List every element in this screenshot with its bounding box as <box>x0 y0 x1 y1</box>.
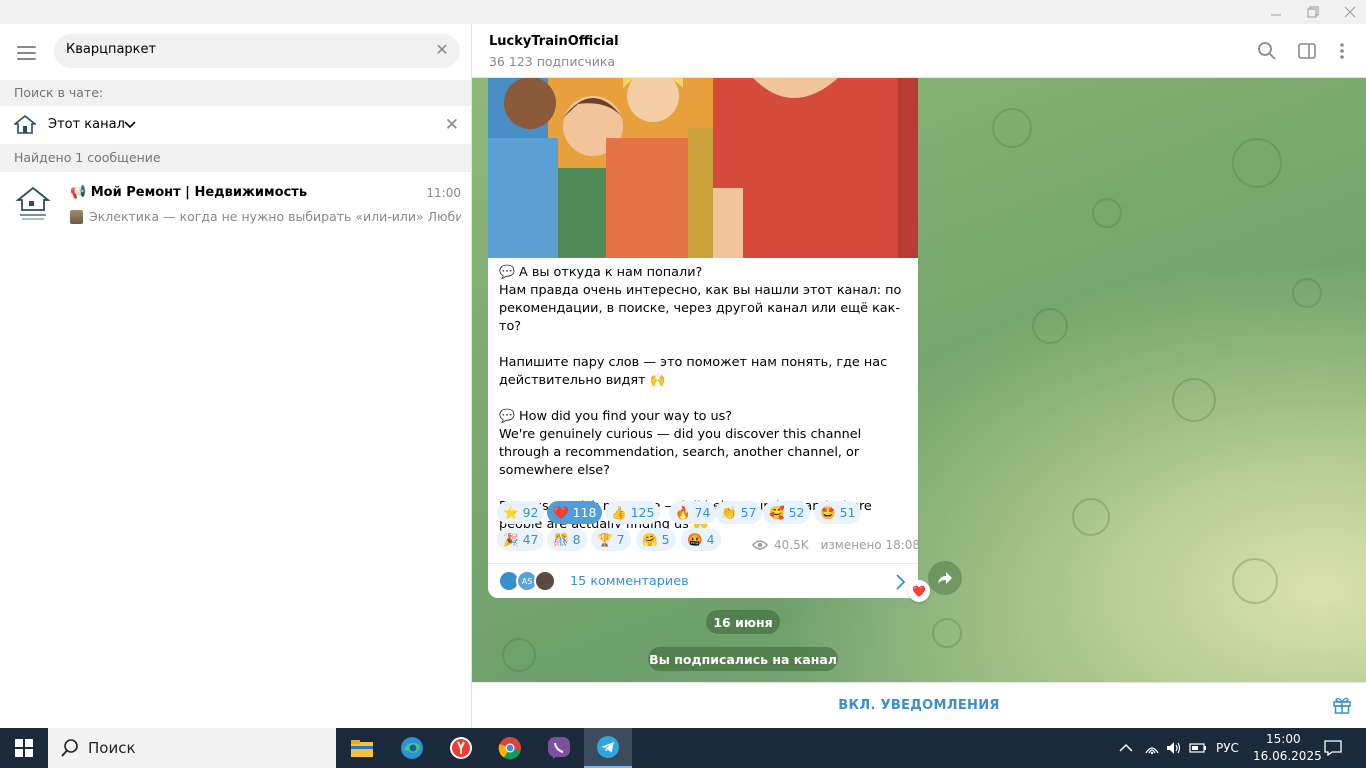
language-indicator[interactable]: РУС <box>1216 741 1239 755</box>
windows-taskbar: Поиск РУС 15:00 16.06.2025 <box>0 728 1366 768</box>
edited-time: изменено 18:08 <box>820 538 918 552</box>
chevron-right-icon <box>896 574 906 590</box>
result-title: 📢 Мой Ремонт | Недвижимость <box>70 185 308 200</box>
reaction-fire[interactable]: 🔥 74 <box>669 501 717 524</box>
chrome-browser-icon <box>498 737 521 760</box>
viber-icon <box>548 737 570 759</box>
comments-label: 15 комментариев <box>570 574 689 589</box>
close-filter-icon[interactable]: ✕ <box>445 115 459 135</box>
channel-logo-icon <box>14 114 36 134</box>
search-value: Кварцпаркет <box>66 42 157 57</box>
reaction-clap[interactable]: 👏 57 <box>715 501 763 524</box>
doodle <box>992 108 1032 148</box>
yandex-browser-app[interactable] <box>437 728 485 768</box>
reaction-heart[interactable]: ❤️ 118 <box>547 501 603 524</box>
share-button[interactable] <box>928 561 962 595</box>
search-icon <box>61 739 78 757</box>
reaction-confetti[interactable]: 🎊 8 <box>547 528 587 551</box>
file-explorer-app[interactable] <box>338 728 386 768</box>
chat-filter-label: Этот канал <box>48 117 125 132</box>
post-paragraph: 💬 А вы откуда к нам попали? Нам правда о… <box>499 265 902 334</box>
channel-megaphone-icon: 📢 <box>70 185 87 200</box>
post-meta: 40.5K изменено 18:08 <box>752 538 918 552</box>
post-paragraph: 💬 How did you find your way to us? We're… <box>499 409 862 478</box>
heart-reaction-icon[interactable]: ❤️ <box>908 580 930 602</box>
start-button[interactable] <box>0 728 48 768</box>
search-in-chat-label: Поиск в чате: <box>0 80 471 106</box>
service-message: Вы подписались на канал <box>648 647 838 671</box>
edge-app[interactable] <box>388 728 436 768</box>
reaction-thumbs-up[interactable]: 👍 125 <box>605 501 661 524</box>
chevron-down-icon <box>124 121 136 129</box>
yandex-browser-icon <box>450 737 472 759</box>
minimize-icon <box>1271 14 1281 16</box>
search-icon[interactable] <box>1257 41 1277 61</box>
date-separator: 16 июня <box>706 610 780 634</box>
clock-date[interactable]: 16.06.2025 <box>1253 749 1322 763</box>
taskbar-search[interactable]: Поиск <box>48 728 336 768</box>
notifications-icon[interactable] <box>1324 740 1342 756</box>
close-icon <box>1344 6 1356 18</box>
clear-search-icon[interactable]: ✕ <box>434 42 450 58</box>
left-panel: Кварцпаркет ✕ Поиск в чате: Этот канал ✕… <box>0 24 472 728</box>
result-preview: Эклектика — когда не нужно выбирать «или… <box>89 209 461 224</box>
views-count: 40.5K <box>774 538 809 552</box>
telegram-app[interactable] <box>584 728 632 768</box>
reaction-hearts-face[interactable]: 🥰 52 <box>763 501 811 524</box>
chrome-app[interactable] <box>486 728 534 768</box>
minimize-button[interactable] <box>1256 0 1296 24</box>
close-window-button[interactable] <box>1330 0 1366 24</box>
network-icon[interactable] <box>1144 741 1160 755</box>
clock-time[interactable]: 15:00 <box>1266 732 1301 746</box>
post-text: 💬 А вы откуда к нам попали? Нам правда о… <box>499 264 911 534</box>
views-eye-icon <box>752 540 768 550</box>
commenter-avatar <box>534 570 556 592</box>
subscriber-count: 36 123 подписчика <box>489 54 616 69</box>
enable-notifications-button[interactable]: ВКЛ. УВЕДОМЛЕНИЯ <box>472 698 1366 713</box>
chat-header[interactable]: LuckyTrainOfficial 36 123 подписчика <box>472 24 1366 78</box>
main-menu-button[interactable] <box>14 42 40 62</box>
reaction-star[interactable]: ⭐ 92 <box>497 501 545 524</box>
volume-icon[interactable] <box>1166 741 1182 755</box>
hamburger-icon <box>17 46 36 48</box>
gift-icon[interactable] <box>1332 695 1352 715</box>
viber-app[interactable] <box>535 728 583 768</box>
search-result-item[interactable]: 📢 Мой Ремонт | Недвижимость 11:00 Эклект… <box>0 176 471 234</box>
battery-icon[interactable] <box>1189 741 1207 755</box>
result-avatar <box>14 184 52 222</box>
windows-logo-icon <box>15 739 33 757</box>
reaction-party[interactable]: 🎉 47 <box>497 528 545 551</box>
chat-filter[interactable]: Этот канал ✕ <box>0 106 471 144</box>
reaction-trophy[interactable]: 🏆 7 <box>591 528 631 551</box>
search-input[interactable]: Кварцпаркет ✕ <box>54 34 460 68</box>
post-image[interactable] <box>488 78 918 258</box>
post-paragraph: Напишите пару слов — это поможет нам пон… <box>499 355 888 388</box>
chevron-up-icon[interactable] <box>1119 741 1133 755</box>
channel-name: LuckyTrainOfficial <box>489 34 619 49</box>
sidebar-toggle-icon[interactable] <box>1297 41 1317 61</box>
taskbar-search-label: Поиск <box>88 739 136 757</box>
reaction-hug[interactable]: 🤗 5 <box>636 528 676 551</box>
restore-icon <box>1307 6 1319 18</box>
channel-post[interactable]: 💬 А вы откуда к нам попали? Нам правда о… <box>488 78 918 598</box>
telegram-icon <box>597 736 619 758</box>
result-thumbnail <box>70 210 83 224</box>
channel-bottom-bar: ВКЛ. УВЕДОМЛЕНИЯ <box>472 682 1366 728</box>
reaction-star-eyes[interactable]: 🤩 51 <box>814 501 862 524</box>
result-time: 11:00 <box>426 186 461 200</box>
window-title-bar <box>0 0 1366 24</box>
restore-button[interactable] <box>1293 0 1333 24</box>
folder-icon <box>351 740 373 757</box>
edge-browser-icon <box>401 737 423 759</box>
reaction-angry[interactable]: 🤬 4 <box>681 528 721 551</box>
found-count-label: Найдено 1 сообщение <box>0 144 471 172</box>
more-options-icon[interactable] <box>1332 41 1352 61</box>
comments-button[interactable]: AS 15 комментариев <box>488 563 918 598</box>
share-arrow-icon <box>938 572 952 584</box>
